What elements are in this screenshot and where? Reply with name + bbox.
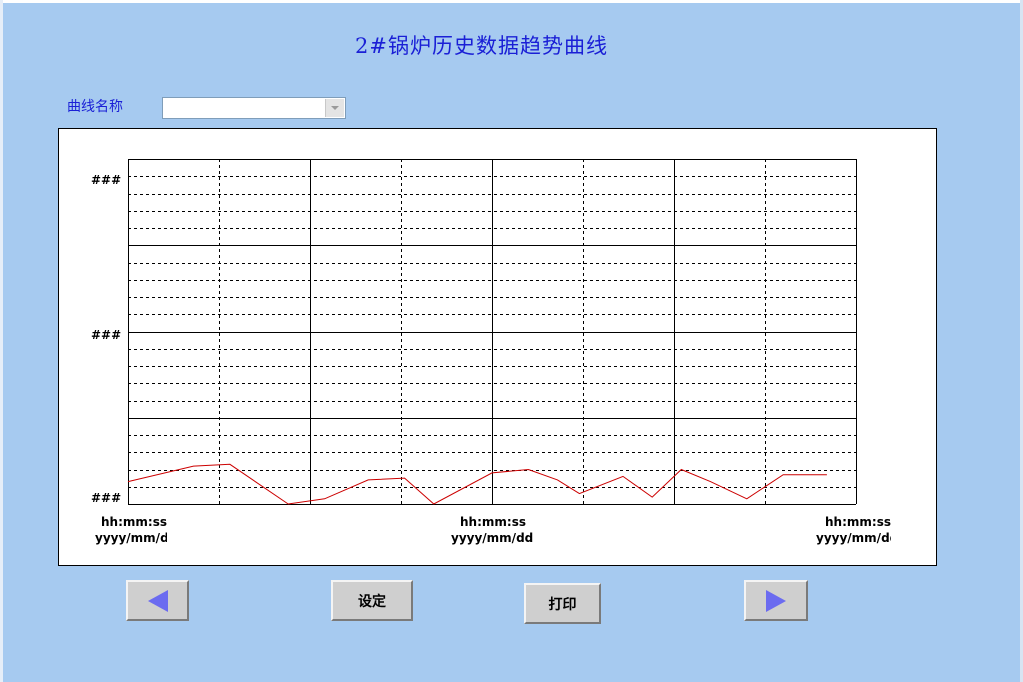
window-top-edge: [0, 0, 1023, 3]
settings-button-label: 设定: [358, 593, 386, 610]
x-tick-date-left: yyyy/mm/dd: [95, 531, 167, 545]
chevron-down-icon[interactable]: [325, 99, 344, 117]
previous-button[interactable]: [126, 580, 189, 621]
settings-button[interactable]: 设定: [331, 580, 413, 621]
window-left-edge: [0, 0, 3, 682]
x-tick-label-right: hh:mm:ss yyyy/mm/dd: [816, 514, 891, 546]
arrow-right-icon: [766, 589, 786, 612]
print-button-label: 打印: [548, 596, 577, 613]
curve-name-select[interactable]: [162, 97, 346, 119]
chart-grid: [128, 159, 857, 505]
x-tick-time-right: hh:mm:ss: [825, 515, 891, 529]
trend-chart-svg: [127, 159, 857, 505]
next-button[interactable]: [744, 580, 808, 621]
page-title: 2#锅炉历史数据趋势曲线: [0, 30, 1023, 60]
x-tick-label-left: hh:mm:ss yyyy/mm/dd: [95, 514, 167, 546]
x-tick-time-center: hh:mm:ss: [460, 515, 526, 529]
y-tick-label-middle: ###: [91, 328, 122, 342]
x-tick-label-center: hh:mm:ss yyyy/mm/dd: [451, 514, 541, 546]
y-tick-label-top: ###: [91, 173, 122, 187]
page-title-text: 2#锅炉历史数据趋势曲线: [355, 34, 608, 58]
x-tick-time-left: hh:mm:ss: [101, 515, 167, 529]
trend-chart: ### ### ### hh:mm:ss yyyy/mm/dd hh:mm:ss…: [58, 128, 937, 566]
print-button[interactable]: 打印: [524, 583, 601, 624]
y-tick-label-bottom: ###: [91, 491, 122, 505]
x-tick-date-right: yyyy/mm/dd: [816, 531, 891, 545]
x-tick-date-center: yyyy/mm/dd: [451, 531, 534, 545]
curve-name-label: 曲线名称: [67, 99, 123, 115]
arrow-left-icon: [147, 589, 168, 612]
